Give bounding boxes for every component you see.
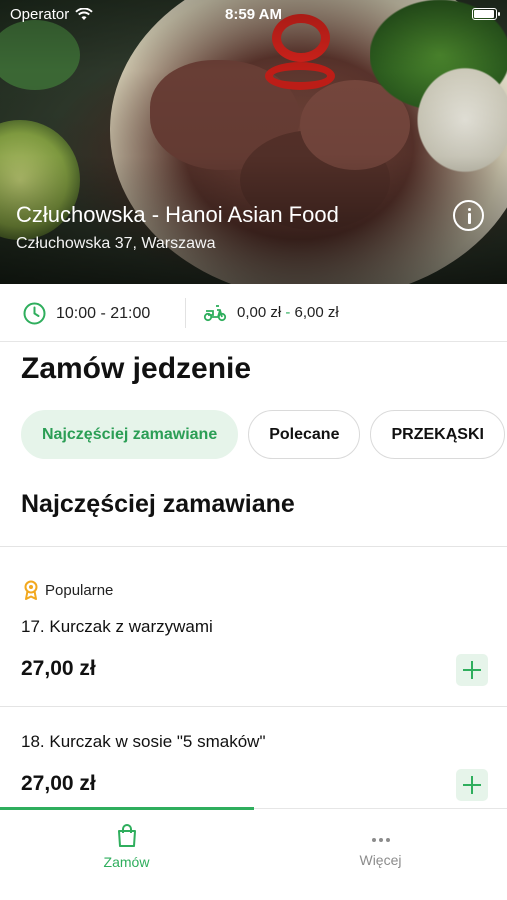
- scooter-icon: [203, 305, 227, 322]
- category-chip-snacks[interactable]: PRZEKĄSKI: [370, 410, 505, 459]
- item-name: 17. Kurczak z warzywami: [21, 617, 213, 636]
- delivery-fee-dash: -: [285, 303, 291, 321]
- shopping-bag-icon: [117, 824, 136, 847]
- active-tab-indicator: [0, 807, 254, 810]
- item-price: 27,00 zł: [21, 772, 96, 795]
- menu-item[interactable]: 18. Kurczak w sosie "5 smaków" 27,00 zł: [0, 707, 507, 807]
- battery-icon: [472, 8, 500, 20]
- award-ribbon-icon: [24, 580, 38, 600]
- item-name: 18. Kurczak w sosie "5 smaków": [21, 732, 266, 751]
- tab-bar: Zamów Więcej: [0, 807, 507, 900]
- popular-badge: Popularne: [23, 580, 113, 600]
- opening-hours: 10:00 - 21:00: [23, 302, 150, 325]
- add-to-cart-button[interactable]: [456, 654, 488, 686]
- tab-more[interactable]: Więcej: [254, 819, 507, 879]
- category-chips: Najczęściej zamawiane Polecane PRZEKĄSKI: [21, 410, 505, 459]
- status-bar: Operator 8:59 AM: [0, 0, 507, 30]
- menu-item[interactable]: Popularne 17. Kurczak z warzywami 27,00 …: [0, 547, 507, 706]
- battery-level: [474, 10, 494, 18]
- badge-label: Popularne: [45, 581, 114, 599]
- tab-order[interactable]: Zamów: [0, 819, 253, 879]
- info-divider: [185, 298, 186, 328]
- delivery-fee: 0,00 zł - 6,00 zł: [203, 302, 339, 322]
- tab-more-label: Więcej: [359, 852, 402, 868]
- item-price: 27,00 zł: [21, 657, 96, 680]
- category-chip-recommended[interactable]: Polecane: [248, 410, 361, 459]
- page-title: Zamów jedzenie: [21, 352, 252, 385]
- restaurant-address: Człuchowska 37, Warszawa: [16, 235, 216, 252]
- status-time: 8:59 AM: [225, 6, 282, 23]
- more-dots-icon: [371, 838, 390, 842]
- add-to-cart-button[interactable]: [456, 769, 488, 801]
- tab-order-label: Zamów: [103, 854, 150, 870]
- info-button[interactable]: [453, 200, 484, 231]
- category-chip-most-ordered[interactable]: Najczęściej zamawiane: [21, 410, 239, 459]
- restaurant-name: Człuchowska - Hanoi Asian Food: [16, 202, 339, 227]
- restaurant-info-row: 10:00 - 21:00 0,00 zł - 6,00 zł: [0, 284, 507, 342]
- opening-hours-text: 10:00 - 21:00: [56, 304, 151, 322]
- delivery-fee-max: 6,00 zł: [294, 303, 339, 321]
- category-heading: Najczęściej zamawiane: [21, 490, 295, 518]
- clock-icon: [23, 302, 46, 325]
- delivery-fee-min: 0,00 zł: [237, 303, 282, 321]
